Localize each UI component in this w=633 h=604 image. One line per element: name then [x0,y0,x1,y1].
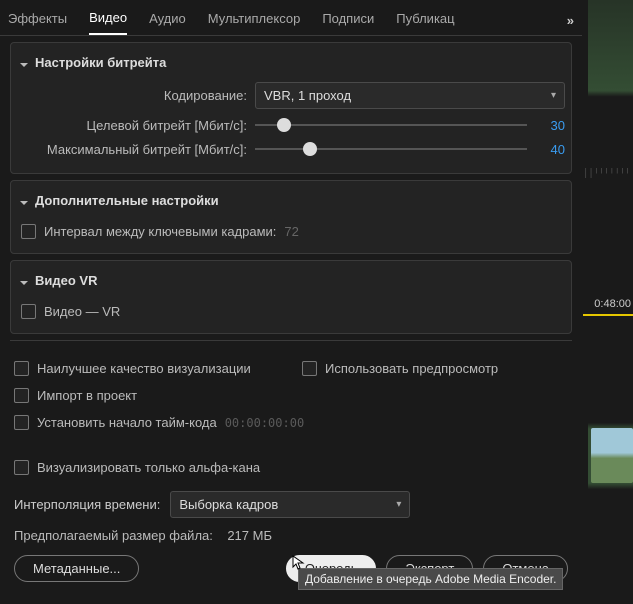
chevron-down-icon [19,196,29,206]
vr-video-label: Видео — VR [44,304,120,319]
metadata-button[interactable]: Метаданные... [14,555,139,582]
estimated-size-row: Предполагаемый размер файла: 217 МБ [14,528,568,543]
encoding-label: Кодирование: [17,88,255,103]
divider [10,340,572,341]
slider-track [255,148,527,150]
time-interpolation-label: Интерполяция времени: [14,497,160,512]
use-preview-checkbox[interactable] [302,361,317,376]
slider-thumb[interactable] [277,118,291,132]
chevron-down-icon: ▾ [396,499,401,510]
chevron-down-icon: ▾ [551,90,556,101]
bitrate-header[interactable]: Настройки битрейта [17,51,565,74]
import-project-checkbox[interactable] [14,388,29,403]
keyframe-interval-checkbox[interactable] [21,224,36,239]
alpha-only-checkbox[interactable] [14,460,29,475]
chevron-down-icon [19,58,29,68]
tab-multiplexer[interactable]: Мультиплексор [208,7,301,34]
max-bitrate-slider[interactable] [255,141,527,157]
max-bitrate-label: Максимальный битрейт [Мбит/с]: [17,142,255,157]
vr-header[interactable]: Видео VR [17,269,565,292]
bitrate-title: Настройки битрейта [35,55,166,70]
encoding-select[interactable]: VBR, 1 проход ▾ [255,82,565,109]
mouse-cursor-icon [292,555,308,571]
advanced-section: Дополнительные настройки Интервал между … [10,180,572,254]
tab-audio[interactable]: Аудио [149,7,186,34]
max-bitrate-value[interactable]: 40 [535,142,565,157]
import-project-label: Импорт в проект [37,388,137,403]
estimated-size-value: 217 МБ [227,528,272,543]
vr-section: Видео VR Видео — VR [10,260,572,334]
estimated-size-label: Предполагаемый размер файла: [14,528,213,543]
time-interpolation-value: Выборка кадров [179,497,278,512]
set-timecode-start-checkbox[interactable] [14,415,29,430]
advanced-title: Дополнительные настройки [35,193,219,208]
timeline-ticks: | | | | | | | | | | | [585,168,633,178]
settings-tabs: Эффекты Видео Аудио Мультиплексор Подпис… [0,0,582,36]
tabs-overflow-icon[interactable]: » [567,13,574,28]
timeline-timecode: 0:48:00 [592,296,633,312]
target-bitrate-label: Целевой битрейт [Мбит/с]: [17,118,255,133]
keyframe-interval-value: 72 [284,224,298,239]
queue-button-tooltip: Добавление в очередь Adobe Media Encoder… [298,568,563,590]
slider-track [255,124,527,126]
tab-captions[interactable]: Подписи [322,7,374,34]
tab-effects[interactable]: Эффекты [8,7,67,34]
target-bitrate-slider[interactable] [255,117,527,133]
timeline-work-area [583,314,633,316]
timecode-value: 00:00:00:00 [225,416,304,430]
bottom-options: Наилучшее качество визуализации Использо… [0,345,582,592]
best-quality-label: Наилучшее качество визуализации [37,361,251,376]
target-bitrate-value[interactable]: 30 [535,118,565,133]
time-interpolation-select[interactable]: Выборка кадров ▾ [170,491,410,518]
preview-thumbnail [591,428,633,483]
tab-video[interactable]: Видео [89,6,127,35]
vr-title: Видео VR [35,273,97,288]
bitrate-section: Настройки битрейта Кодирование: VBR, 1 п… [10,42,572,174]
slider-thumb[interactable] [303,142,317,156]
keyframe-interval-label: Интервал между ключевыми кадрами: [44,224,276,239]
alpha-only-label: Визуализировать только альфа-кана [37,460,260,475]
use-preview-label: Использовать предпросмотр [325,361,498,376]
vr-video-checkbox[interactable] [21,304,36,319]
tab-publish[interactable]: Публикац [396,7,454,34]
advanced-header[interactable]: Дополнительные настройки [17,189,565,212]
chevron-down-icon [19,276,29,286]
encoding-value: VBR, 1 проход [264,88,351,103]
best-quality-checkbox[interactable] [14,361,29,376]
export-settings-panel: Эффекты Видео Аудио Мультиплексор Подпис… [0,0,582,604]
set-timecode-start-label: Установить начало тайм-кода [37,415,217,430]
